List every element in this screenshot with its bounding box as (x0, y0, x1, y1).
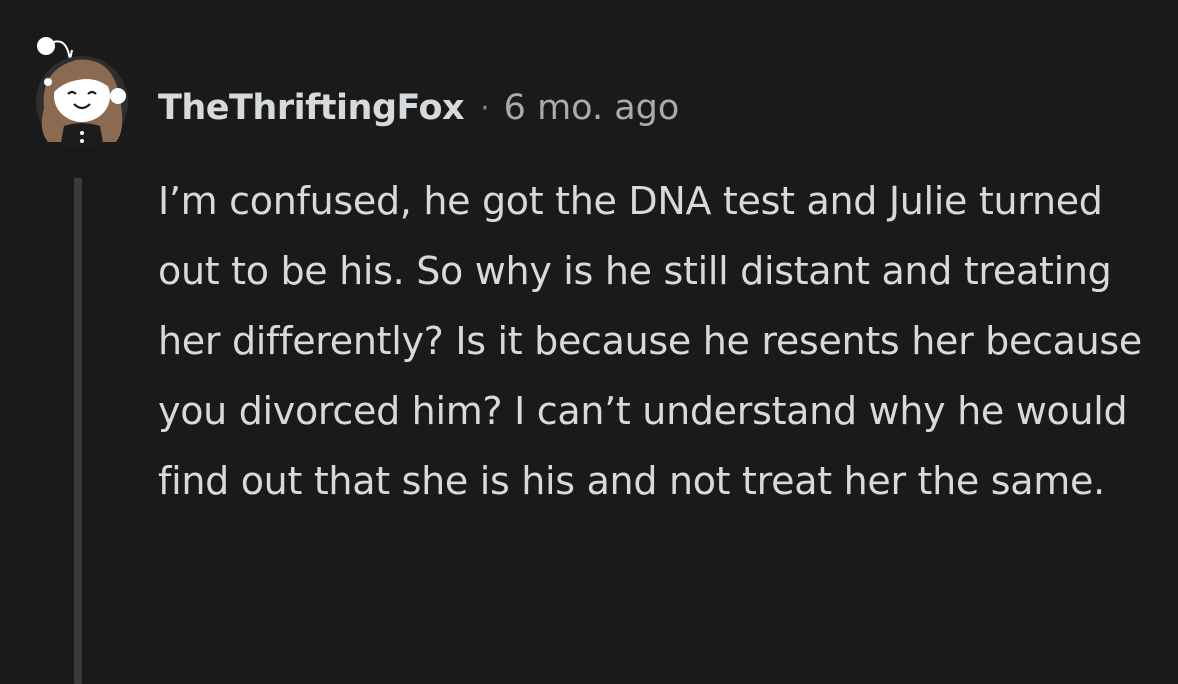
comment: TheThriftingFox · 6 mo. ago I’m confused… (0, 0, 1178, 684)
snoo-avatar-icon[interactable] (30, 30, 134, 154)
meta-separator: · (480, 90, 490, 126)
comment-timestamp[interactable]: 6 mo. ago (504, 88, 680, 128)
comment-body: I’m confused, he got the DNA test and Ju… (158, 179, 1143, 503)
comment-header: TheThriftingFox · 6 mo. ago (158, 86, 679, 130)
thread-line[interactable] (74, 178, 82, 684)
username-link[interactable]: TheThriftingFox (158, 88, 465, 128)
